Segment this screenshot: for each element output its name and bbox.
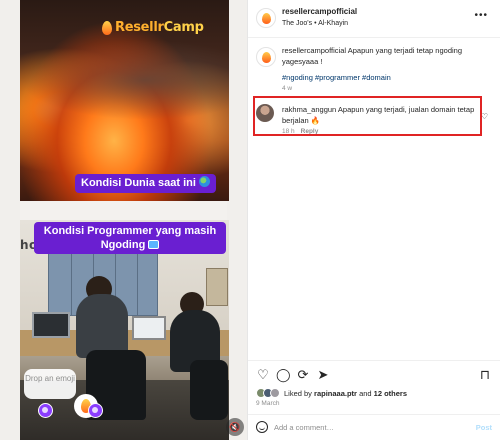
comment-meta: 18 h Reply: [282, 128, 318, 135]
slide-caption-text: Kondisi Dunia saat ini: [81, 177, 196, 189]
reaction-button[interactable]: [88, 403, 103, 418]
slide-caption-text: Kondisi Programmer yang masih Ngoding: [43, 225, 217, 251]
globe-icon: [198, 176, 210, 187]
post-media: ResellrCamp Kondisi Dunia saat ini host: [0, 0, 248, 440]
caption-text: resellercampofficial Apapun yang terjadi…: [282, 45, 482, 67]
post-date: 9 March: [256, 400, 280, 407]
likes-others[interactable]: 12 others: [374, 389, 407, 398]
caption-hashtags[interactable]: #ngoding #programmer #domain: [282, 73, 391, 82]
audio-subline[interactable]: The Joo's • Al-Khayin: [282, 20, 348, 27]
liker-avatars: [256, 388, 280, 398]
commenter-avatar[interactable]: [256, 104, 274, 122]
laptop: [32, 312, 70, 338]
locker-divider: [137, 249, 138, 315]
add-comment-bar: Post: [248, 414, 500, 440]
caption-author[interactable]: resellercampofficial: [282, 46, 346, 55]
person: [76, 294, 128, 358]
send-icon[interactable]: ➤: [316, 368, 330, 382]
reply-button[interactable]: Reply: [301, 128, 319, 135]
emoji-drop-bubble[interactable]: Drop an emoji: [24, 369, 76, 399]
flame-logo-icon: [261, 51, 271, 63]
brand-text-part1: Resellr: [115, 20, 164, 35]
likes-prefix: Liked by: [284, 389, 312, 398]
fire-image: ResellrCamp Kondisi Dunia saat ini: [20, 0, 229, 201]
likes-summary[interactable]: Liked by rapinaaa.ptr and 12 others: [256, 388, 407, 398]
heart-icon[interactable]: ♡: [256, 368, 270, 382]
flame-logo-icon: [102, 20, 112, 35]
media-side-strip: [0, 0, 20, 440]
office-chair: [190, 360, 228, 420]
comment-like-heart-icon[interactable]: ♡: [481, 112, 488, 121]
brand-text: ResellrCamp: [115, 20, 204, 35]
comment-text: rakhma_anggun Apapun yang terjadi, juala…: [282, 104, 476, 126]
brand-text-part2: Camp: [163, 20, 204, 35]
emoji-icon[interactable]: [256, 421, 268, 433]
instagram-post-modal: ResellrCamp Kondisi Dunia saat ini host: [0, 0, 500, 440]
resellercamp-logo: ResellrCamp: [102, 20, 204, 35]
laptop: [132, 316, 166, 340]
comment-icon[interactable]: ◯: [276, 368, 291, 382]
media-side-strip: [227, 0, 247, 440]
locker-divider: [71, 249, 72, 315]
post-header: resellercampofficial The Joo's • Al-Khay…: [248, 0, 500, 38]
comment-item: rakhma_anggun Apapun yang terjadi, juala…: [256, 100, 492, 140]
likes-user[interactable]: rapinaaa.ptr: [314, 389, 357, 398]
slide-caption-world: Kondisi Dunia saat ini: [75, 174, 216, 193]
post-actions: ♡ ◯ ⟳ ➤ ⊓: [248, 360, 500, 388]
monitor-icon: [148, 240, 160, 249]
smoke: [20, 40, 229, 120]
likes-conj: and: [359, 389, 372, 398]
wall-poster: [206, 268, 228, 306]
author-avatar[interactable]: [256, 47, 276, 67]
post-button[interactable]: Post: [476, 423, 492, 432]
speaker-muted-icon[interactable]: 🔇: [226, 418, 244, 436]
more-icon[interactable]: •••: [474, 10, 488, 21]
add-comment-input[interactable]: [274, 420, 464, 434]
comment-author[interactable]: rakhma_anggun: [282, 105, 336, 114]
flame-logo-icon: [261, 12, 271, 24]
author-username[interactable]: resellercampofficial: [282, 7, 357, 16]
reaction-button[interactable]: [38, 403, 53, 418]
slide-caption-programmer: Kondisi Programmer yang masih Ngoding: [34, 222, 226, 254]
caption-time: 4 w: [282, 85, 293, 92]
author-avatar[interactable]: [256, 8, 276, 28]
liker-avatar: [270, 388, 280, 398]
post-details: resellercampofficial The Joo's • Al-Khay…: [248, 0, 500, 440]
repost-icon[interactable]: ⟳: [296, 368, 310, 382]
comment-time: 18 h: [282, 128, 295, 135]
bookmark-icon[interactable]: ⊓: [478, 368, 492, 382]
